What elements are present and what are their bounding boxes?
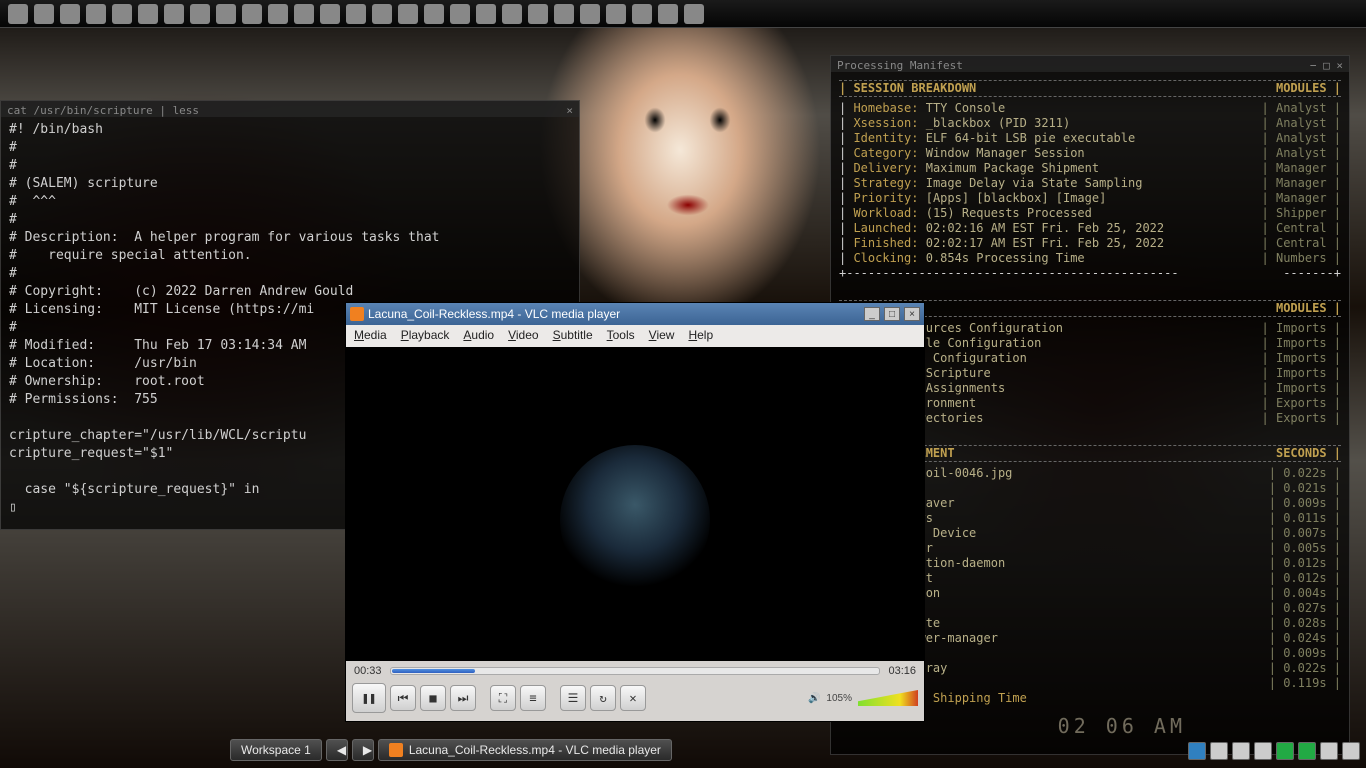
loop-button[interactable]: ↻: [590, 685, 616, 711]
volume-percent: 105%: [826, 693, 852, 704]
vlc-menu-audio[interactable]: Audio: [463, 328, 494, 344]
tray-icon[interactable]: [1254, 742, 1272, 760]
vlc-cone-icon: [350, 307, 364, 321]
taskbar-item-label: Lacuna_Coil-Reckless.mp4 - VLC media pla…: [409, 743, 661, 757]
dock-icon[interactable]: [216, 4, 236, 24]
time-total: 03:16: [888, 665, 916, 677]
dock-icon[interactable]: [606, 4, 626, 24]
taskbar: Workspace 1 ◀ ▶ Lacuna_Coil-Reckless.mp4…: [230, 738, 672, 762]
dock-icon[interactable]: [164, 4, 184, 24]
next-button[interactable]: ⏭: [450, 685, 476, 711]
dock-icon[interactable]: [268, 4, 288, 24]
dock-icon[interactable]: [450, 4, 470, 24]
close-button[interactable]: ×: [904, 307, 920, 321]
vlc-controls: ❚❚ ⏮ ■ ⏭ ⛶ ≡ ☰ ↻ ✕ 🔊 105%: [346, 681, 924, 715]
dock-icon[interactable]: [60, 4, 80, 24]
dock-icon[interactable]: [190, 4, 210, 24]
vlc-menu-help[interactable]: Help: [688, 328, 713, 344]
dock-icon[interactable]: [424, 4, 444, 24]
tray-icon[interactable]: [1342, 742, 1360, 760]
tray-icon[interactable]: [1298, 742, 1316, 760]
dock-icon[interactable]: [684, 4, 704, 24]
fullscreen-button[interactable]: ⛶: [490, 685, 516, 711]
taskbar-next[interactable]: ▶: [352, 739, 374, 761]
terminal-title: Processing Manifest: [837, 57, 963, 71]
vlc-menu-playback[interactable]: Playback: [401, 328, 450, 344]
dock-icon[interactable]: [528, 4, 548, 24]
dock-icon[interactable]: [138, 4, 158, 24]
prev-button[interactable]: ⏮: [390, 685, 416, 711]
dock-icon[interactable]: [8, 4, 28, 24]
volume-slider[interactable]: [858, 690, 918, 706]
vlc-title-text: Lacuna_Coil-Reckless.mp4 - VLC media pla…: [368, 307, 620, 321]
tray-icon[interactable]: [1188, 742, 1206, 760]
dock-icon[interactable]: [658, 4, 678, 24]
taskbar-prev[interactable]: ◀: [326, 739, 348, 761]
vlc-titlebar[interactable]: Lacuna_Coil-Reckless.mp4 - VLC media pla…: [346, 303, 924, 325]
dock-icon[interactable]: [398, 4, 418, 24]
maximize-button[interactable]: □: [884, 307, 900, 321]
seek-slider[interactable]: [390, 667, 881, 675]
time-elapsed: 00:33: [354, 665, 382, 677]
extended-settings-button[interactable]: ≡: [520, 685, 546, 711]
dock-icon[interactable]: [86, 4, 106, 24]
top-dock: [0, 0, 1366, 28]
shuffle-button[interactable]: ✕: [620, 685, 646, 711]
vlc-menu-video[interactable]: Video: [508, 328, 538, 344]
taskbar-item-vlc[interactable]: Lacuna_Coil-Reckless.mp4 - VLC media pla…: [378, 739, 672, 761]
desktop-clock: 02 06 AM: [1058, 714, 1186, 738]
vlc-time-bar: 00:33 03:16: [346, 661, 924, 681]
dock-icon[interactable]: [580, 4, 600, 24]
playlist-button[interactable]: ☰: [560, 685, 586, 711]
dock-icon[interactable]: [294, 4, 314, 24]
pause-button[interactable]: ❚❚: [352, 683, 386, 713]
vlc-menu-media[interactable]: Media: [354, 328, 387, 344]
dock-icon[interactable]: [320, 4, 340, 24]
dock-icon[interactable]: [502, 4, 522, 24]
dock-icon[interactable]: [372, 4, 392, 24]
stop-button[interactable]: ■: [420, 685, 446, 711]
dock-icon[interactable]: [242, 4, 262, 24]
minimize-button[interactable]: _: [864, 307, 880, 321]
tray-icon[interactable]: [1232, 742, 1250, 760]
tray-icon[interactable]: [1276, 742, 1294, 760]
vlc-menu-subtitle[interactable]: Subtitle: [553, 328, 593, 344]
vlc-menu-view[interactable]: View: [649, 328, 675, 344]
terminal-title: cat /usr/bin/scripture | less: [7, 102, 199, 116]
vlc-window[interactable]: Lacuna_Coil-Reckless.mp4 - VLC media pla…: [345, 302, 925, 722]
vlc-cone-icon: [389, 743, 403, 757]
dock-icon[interactable]: [34, 4, 54, 24]
dock-icon[interactable]: [112, 4, 132, 24]
workspace-indicator[interactable]: Workspace 1: [230, 739, 322, 761]
dock-icon[interactable]: [554, 4, 574, 24]
speaker-icon[interactable]: 🔊: [808, 693, 820, 704]
vlc-menu-tools[interactable]: Tools: [607, 328, 635, 344]
dock-icon[interactable]: [476, 4, 496, 24]
dock-icon[interactable]: [632, 4, 652, 24]
dock-icon[interactable]: [346, 4, 366, 24]
vlc-video-area[interactable]: [346, 347, 924, 661]
tray-icon[interactable]: [1210, 742, 1228, 760]
vlc-menubar: Media Playback Audio Video Subtitle Tools View…: [346, 325, 924, 347]
tray-icon[interactable]: [1320, 742, 1338, 760]
system-tray: [1188, 742, 1360, 760]
